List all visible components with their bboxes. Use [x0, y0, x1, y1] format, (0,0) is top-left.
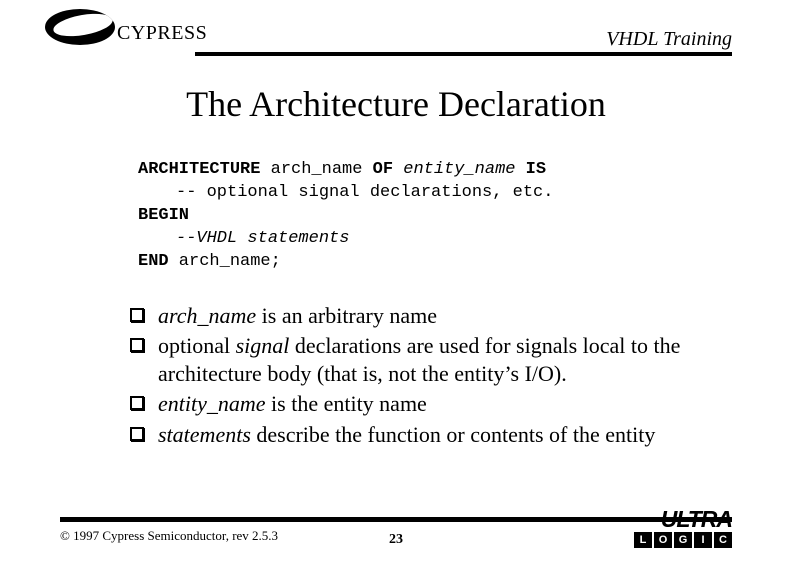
- bullet-list: arch_name is an arbitrary name optional …: [130, 302, 732, 449]
- slide-title: The Architecture Declaration: [0, 83, 792, 125]
- list-item: statements describe the function or cont…: [130, 421, 732, 449]
- footer-divider: [60, 517, 732, 522]
- bullet-icon: [130, 338, 144, 352]
- bullet-pre: optional: [158, 333, 236, 358]
- bullet-text: entity_name is the entity name: [158, 390, 732, 418]
- code-keyword: END: [138, 252, 169, 271]
- code-text: arch_name;: [169, 252, 281, 271]
- page-number: 23: [60, 532, 732, 548]
- ultra-logo-word: ULTRA: [634, 510, 732, 530]
- bullet-icon: [130, 427, 144, 441]
- bullet-icon: [130, 308, 144, 322]
- ultra-letter: C: [714, 532, 732, 548]
- bullet-italic: arch_name: [158, 303, 256, 328]
- code-line-3: BEGIN: [138, 205, 792, 228]
- code-keyword: OF: [373, 160, 393, 179]
- code-line-5: END arch_name;: [138, 251, 792, 274]
- header-divider: [195, 52, 732, 56]
- list-item: arch_name is an arbitrary name: [130, 302, 732, 330]
- bullet-text: statements describe the function or cont…: [158, 421, 732, 449]
- cypress-logo: CYPRESS: [45, 8, 207, 45]
- ultra-logo: ULTRA L O G I C: [634, 510, 732, 548]
- code-keyword: BEGIN: [138, 206, 189, 225]
- bullet-rest: describe the function or contents of the…: [251, 422, 655, 447]
- code-line-1: ARCHITECTURE arch_name OF entity_name IS: [138, 159, 792, 182]
- code-italic: entity_name: [393, 160, 526, 179]
- ultra-letter: G: [674, 532, 692, 548]
- cypress-logo-text: CYPRESS: [117, 22, 207, 45]
- code-keyword: ARCHITECTURE: [138, 160, 260, 179]
- slide-footer: © 1997 Cypress Semiconductor, rev 2.5.3 …: [60, 517, 732, 544]
- bullet-italic: entity_name: [158, 391, 266, 416]
- code-line-2: -- optional signal declarations, etc.: [176, 182, 792, 205]
- ultra-letter: L: [634, 532, 652, 548]
- doc-series-label: VHDL Training: [606, 28, 732, 51]
- bullet-icon: [130, 396, 144, 410]
- bullet-text: arch_name is an arbitrary name: [158, 302, 732, 330]
- slide-header: CYPRESS VHDL Training: [0, 0, 792, 55]
- bullet-rest: is an arbitrary name: [256, 303, 437, 328]
- code-line-4: --VHDL statements: [176, 228, 792, 251]
- bullet-italic: signal: [236, 333, 290, 358]
- bullet-italic: statements: [158, 422, 251, 447]
- bullet-text: optional signal declarations are used fo…: [158, 332, 732, 387]
- code-keyword: IS: [526, 160, 546, 179]
- list-item: entity_name is the entity name: [130, 390, 732, 418]
- code-block: ARCHITECTURE arch_name OF entity_name IS…: [138, 159, 792, 274]
- list-item: optional signal declarations are used fo…: [130, 332, 732, 387]
- ultra-letter: O: [654, 532, 672, 548]
- cypress-logo-icon: [45, 9, 115, 45]
- bullet-rest: is the entity name: [266, 391, 427, 416]
- code-text: arch_name: [260, 160, 372, 179]
- ultra-letter: I: [694, 532, 712, 548]
- ultra-logo-letters: L O G I C: [634, 532, 732, 548]
